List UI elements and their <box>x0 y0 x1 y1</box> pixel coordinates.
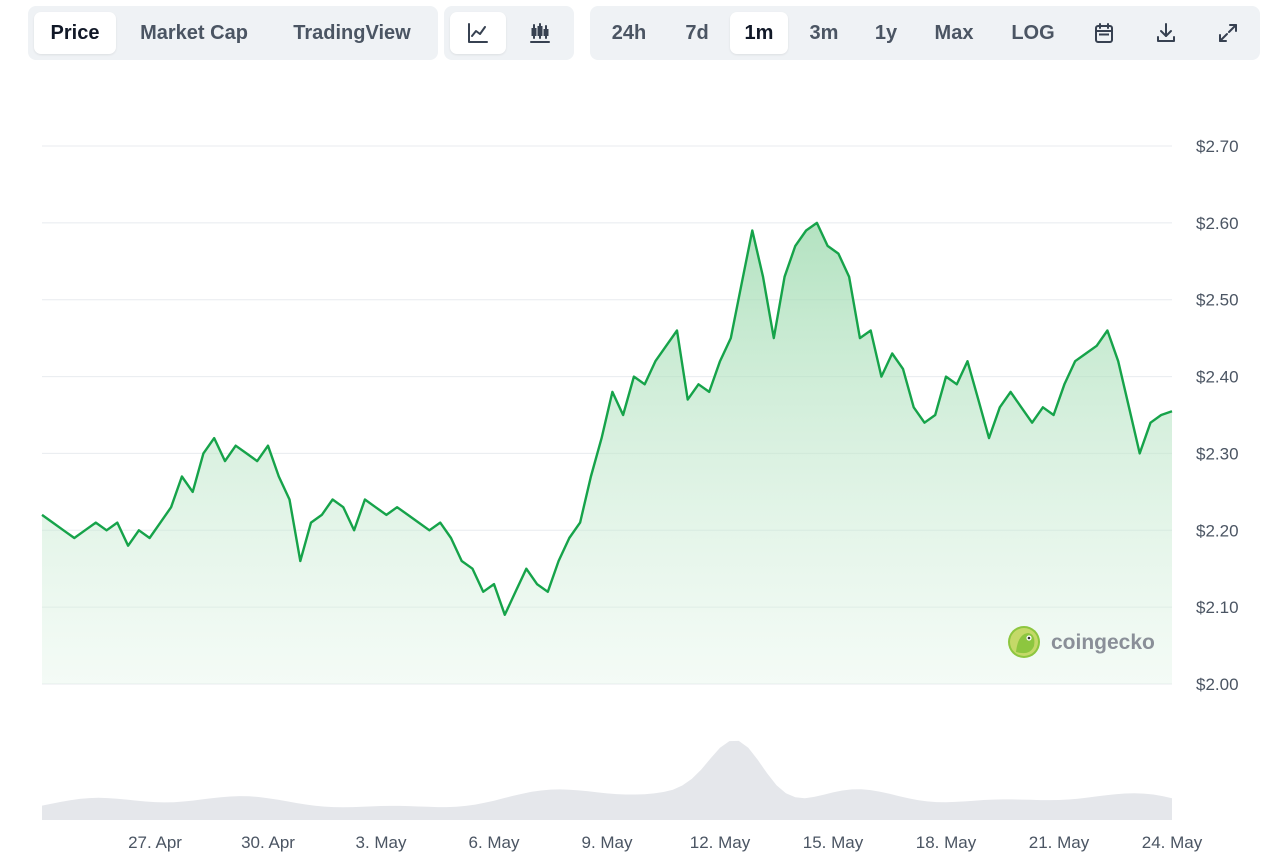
x-axis-labels: 27. Apr 30. Apr 3. May 6. May 9. May 12. May 1… <box>128 833 1203 852</box>
y-tick-label: $2.10 <box>1196 598 1239 617</box>
price-area-fill <box>42 222 1172 684</box>
x-tick-label: 27. Apr <box>128 833 182 852</box>
x-tick-label: 24. May <box>1142 833 1203 852</box>
x-tick-label: 9. May <box>581 833 633 852</box>
watermark-text: coingecko <box>1051 631 1155 654</box>
x-tick-label: 12. May <box>690 833 751 852</box>
x-tick-label: 3. May <box>355 833 407 852</box>
price-area <box>41 221 1173 684</box>
y-axis-labels: $2.70 $2.60 $2.50 $2.40 $2.30 $2.20 $2.10 $2.00 <box>1196 137 1239 694</box>
y-tick-label: $2.30 <box>1196 444 1239 463</box>
coingecko-watermark: coingecko <box>1008 626 1155 658</box>
y-tick-label: $2.50 <box>1196 291 1239 310</box>
x-tick-label: 15. May <box>803 833 864 852</box>
y-tick-label: $2.70 <box>1196 137 1239 156</box>
x-tick-label: 21. May <box>1029 833 1090 852</box>
y-tick-label: $2.40 <box>1196 368 1239 387</box>
x-tick-label: 30. Apr <box>241 833 295 852</box>
price-chart[interactable]: $2.70 $2.60 $2.50 $2.40 $2.30 $2.20 $2.10 $2.00… <box>0 0 1282 865</box>
volume-band <box>42 740 1172 820</box>
x-tick-label: 6. May <box>468 833 520 852</box>
y-tick-label: $2.00 <box>1196 675 1239 694</box>
y-tick-label: $2.60 <box>1196 214 1239 233</box>
y-tick-label: $2.20 <box>1196 521 1239 540</box>
volume-shape <box>42 740 1172 820</box>
x-tick-label: 18. May <box>916 833 977 852</box>
